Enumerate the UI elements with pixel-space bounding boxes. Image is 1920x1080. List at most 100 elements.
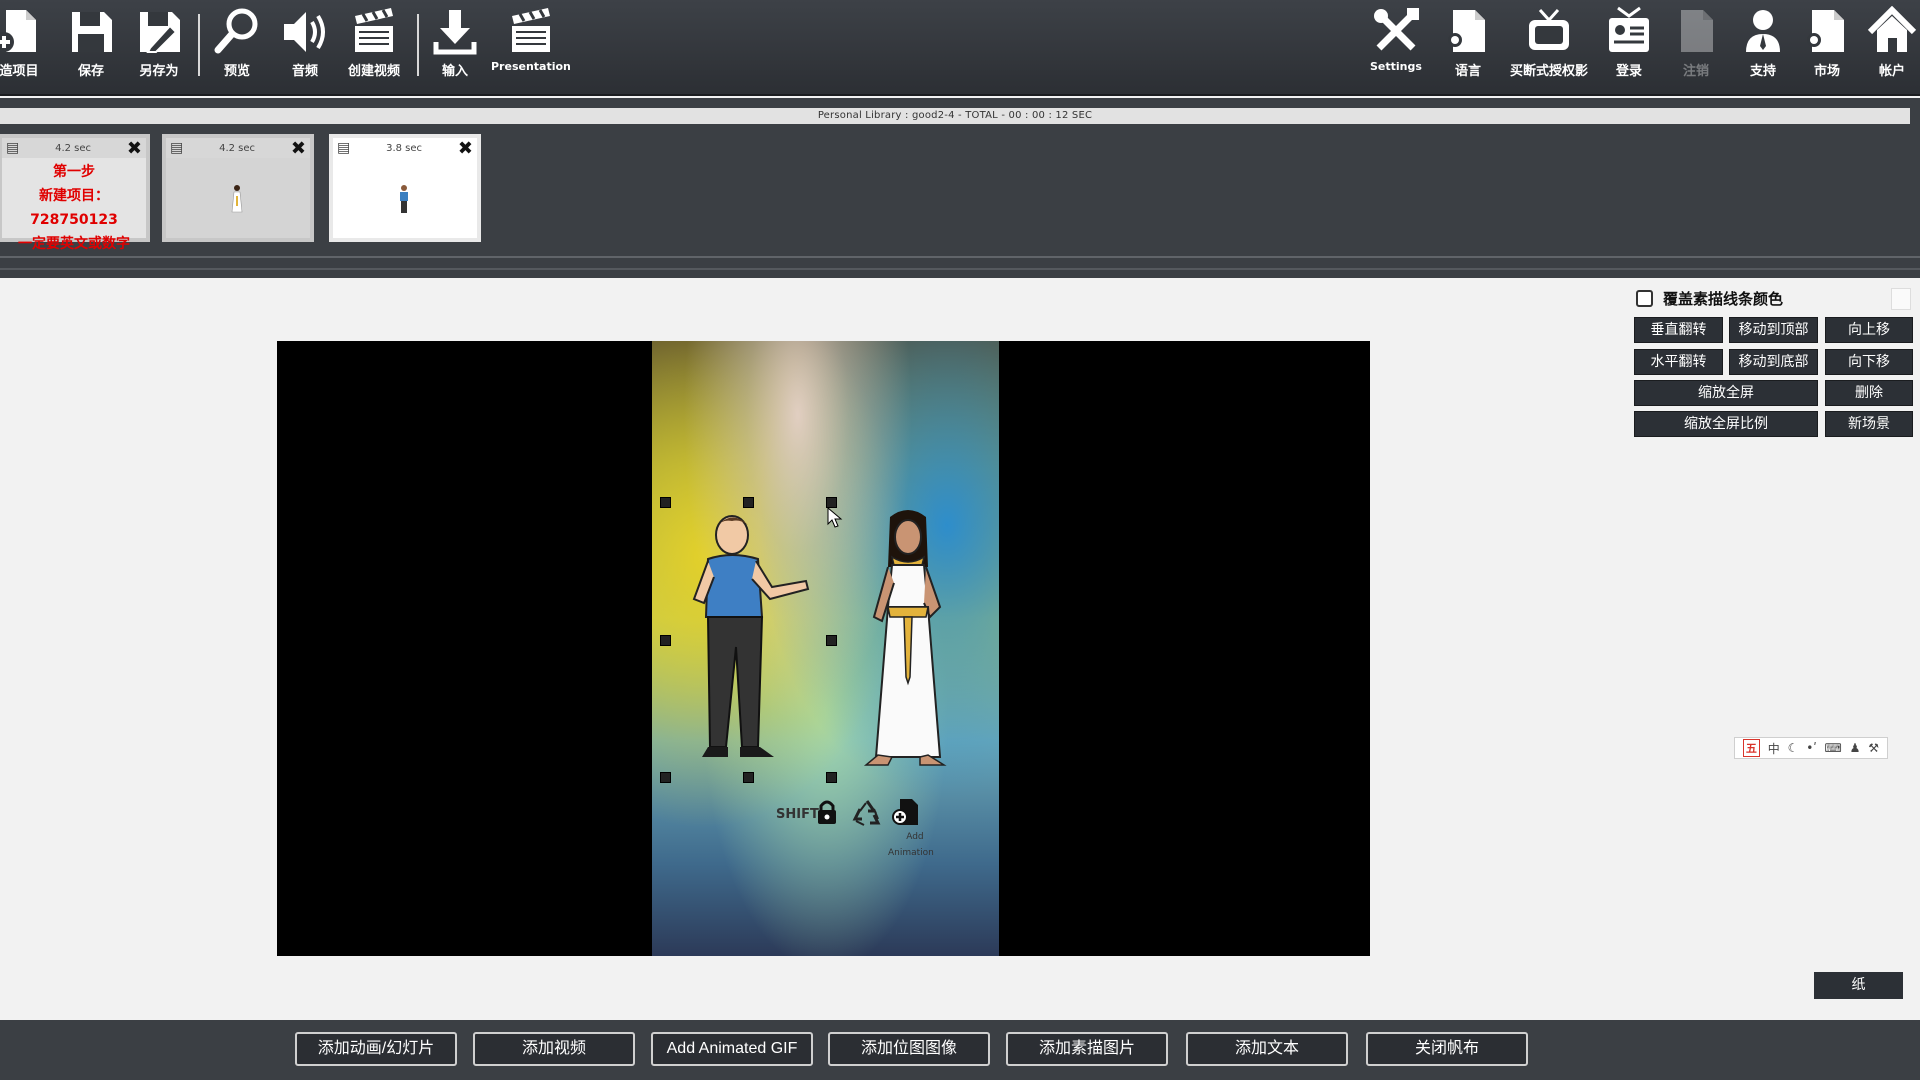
slide-thumbnail-selected[interactable]: ▤ 3.8 sec ✖	[329, 134, 481, 242]
slide-text-line: 一定要英文或数字	[18, 236, 130, 252]
account-button[interactable]: 帐户	[1867, 6, 1917, 86]
slide-header: ▤ 4.2 sec ✖	[2, 138, 146, 159]
bottom-action-bar: 添加动画/幻灯片 添加视频 Add Animated GIF 添加位图图像 添加…	[0, 1020, 1920, 1080]
save-as-button[interactable]: 另存为	[134, 6, 184, 86]
login-button[interactable]: 登录	[1604, 6, 1654, 86]
slide-text-line: 第一步	[53, 164, 95, 180]
add-text-button[interactable]: 添加文本	[1186, 1032, 1348, 1066]
resize-handle-bottom-left[interactable]	[660, 772, 671, 783]
slide-preview[interactable]	[166, 158, 310, 238]
add-video-button[interactable]: 添加视频	[473, 1032, 635, 1066]
timeline-divider	[0, 256, 1920, 258]
ime-moon-icon[interactable]: ☾	[1788, 741, 1799, 755]
mouse-cursor-icon	[827, 507, 843, 528]
slide-thumbnail[interactable]: ▤ 4.2 sec ✖	[162, 134, 314, 242]
scene-background[interactable]: SHIFT Add Animation	[652, 341, 999, 956]
import-label: 输入	[441, 64, 468, 79]
resize-handle-left[interactable]	[660, 635, 671, 646]
save-icon	[72, 12, 112, 52]
slide-duration[interactable]: 3.8 sec	[386, 143, 422, 154]
slide-type-icon[interactable]: ▤	[170, 140, 183, 156]
language-button[interactable]: 语言	[1443, 6, 1493, 86]
color-swatch[interactable]	[1891, 288, 1911, 310]
storyboard-panel: Personal Library : good2-4 - TOTAL - 00 …	[0, 98, 1920, 278]
egyptian-woman-character[interactable]	[848, 507, 968, 777]
toolbar-divider	[417, 14, 419, 76]
canvas-stage[interactable]: SHIFT Add Animation	[277, 341, 1370, 956]
ime-toolbar[interactable]: 五 中 ☾ •ʹ ⌨ ♟ ⚒	[1734, 737, 1888, 759]
ime-user-icon[interactable]: ♟	[1850, 741, 1861, 755]
override-line-color-option[interactable]: 覆盖素描线条颜色	[1636, 288, 1783, 309]
new-scene-button[interactable]: 新场景	[1825, 411, 1913, 437]
create-video-button[interactable]: 创建视频	[348, 6, 400, 86]
save-button[interactable]: 保存	[66, 6, 116, 86]
add-animation-label: Add Animation	[888, 829, 934, 861]
resize-handle-bottom[interactable]	[743, 772, 754, 783]
slide-preview[interactable]: 第一步 新建项目：728750123 一定要英文或数字	[2, 158, 146, 252]
slide-duration[interactable]: 4.2 sec	[219, 143, 255, 154]
slide-preview[interactable]	[333, 158, 477, 238]
slide-close-icon[interactable]: ✖	[127, 138, 142, 159]
tv-icon	[1529, 8, 1569, 50]
paper-button[interactable]: 纸	[1814, 972, 1903, 999]
slide-close-icon[interactable]: ✖	[458, 138, 473, 159]
support-label: 支持	[1749, 64, 1776, 79]
new-project-button[interactable]: 造项目	[0, 6, 44, 86]
new-project-label: 造项目	[0, 64, 39, 79]
flip-vertical-button[interactable]: 垂直翻转	[1634, 317, 1723, 343]
move-to-top-button[interactable]: 移动到顶部	[1729, 317, 1818, 343]
ime-wrench-icon[interactable]: ⚒	[1868, 741, 1879, 755]
slide-thumbnail[interactable]: ▤ 4.2 sec ✖ 第一步 新建项目：728750123 一定要英文或数字	[0, 134, 150, 252]
buyout-license-button[interactable]: 买断式授权影	[1510, 6, 1588, 86]
market-button[interactable]: 市场	[1802, 6, 1852, 86]
logout-document-icon	[1681, 10, 1713, 52]
add-bitmap-image-button[interactable]: 添加位图图像	[828, 1032, 990, 1066]
override-line-color-label: 覆盖素描线条颜色	[1663, 290, 1784, 308]
ime-punctuation-icon[interactable]: •ʹ	[1806, 741, 1816, 755]
ime-chinese-mode[interactable]: 中	[1768, 740, 1780, 757]
lock-icon[interactable]	[816, 799, 838, 825]
ime-keyboard-icon[interactable]: ⌨	[1825, 741, 1842, 755]
logout-button[interactable]: 注销	[1671, 6, 1721, 86]
audio-button[interactable]: 音频	[280, 6, 330, 86]
toolbar-divider	[198, 14, 200, 76]
move-down-button[interactable]: 向下移	[1825, 349, 1913, 375]
move-up-button[interactable]: 向上移	[1825, 317, 1913, 343]
support-button[interactable]: 支持	[1738, 6, 1788, 86]
man-character[interactable]	[682, 507, 822, 767]
presentation-button[interactable]: Presentation	[491, 6, 571, 86]
preview-button[interactable]: 预览	[212, 6, 262, 86]
ime-wubi-icon[interactable]: 五	[1742, 739, 1760, 757]
move-to-bottom-button[interactable]: 移动到底部	[1729, 349, 1818, 375]
slide-type-icon[interactable]: ▤	[6, 140, 19, 156]
add-animation-icon[interactable]	[892, 797, 920, 827]
add-animated-gif-button[interactable]: Add Animated GIF	[651, 1032, 813, 1066]
market-document-icon	[1807, 10, 1844, 52]
resize-handle-top[interactable]	[743, 497, 754, 508]
delete-button[interactable]: 删除	[1825, 380, 1913, 406]
slide-header: ▤ 4.2 sec ✖	[166, 138, 310, 159]
add-animation-text: Animation	[888, 848, 934, 858]
presentation-label: Presentation	[491, 60, 571, 73]
resize-handle-right[interactable]	[826, 635, 837, 646]
save-as-icon	[140, 12, 180, 53]
home-icon	[1867, 6, 1917, 52]
recycle-icon[interactable]	[852, 799, 882, 827]
magnifier-icon	[214, 8, 258, 54]
settings-button[interactable]: Settings	[1370, 6, 1422, 86]
add-animation-slide-button[interactable]: 添加动画/幻灯片	[295, 1032, 457, 1066]
slide-text-line: 新建项目：728750123	[30, 188, 118, 228]
zoom-fullscreen-button[interactable]: 缩放全屏	[1634, 380, 1818, 406]
resize-handle-top-left[interactable]	[660, 497, 671, 508]
close-canvas-button[interactable]: 关闭帆布	[1366, 1032, 1528, 1066]
slide-close-icon[interactable]: ✖	[291, 138, 306, 159]
resize-handle-bottom-right[interactable]	[826, 772, 837, 783]
override-line-color-checkbox[interactable]	[1636, 290, 1653, 307]
zoom-fullscreen-ratio-button[interactable]: 缩放全屏比例	[1634, 411, 1818, 437]
flip-horizontal-button[interactable]: 水平翻转	[1634, 349, 1723, 375]
slide-type-icon[interactable]: ▤	[337, 140, 350, 156]
add-sketch-image-button[interactable]: 添加素描图片	[1006, 1032, 1168, 1066]
import-button[interactable]: 输入	[430, 6, 480, 86]
slide-duration[interactable]: 4.2 sec	[55, 143, 91, 154]
audio-label: 音频	[291, 64, 318, 79]
